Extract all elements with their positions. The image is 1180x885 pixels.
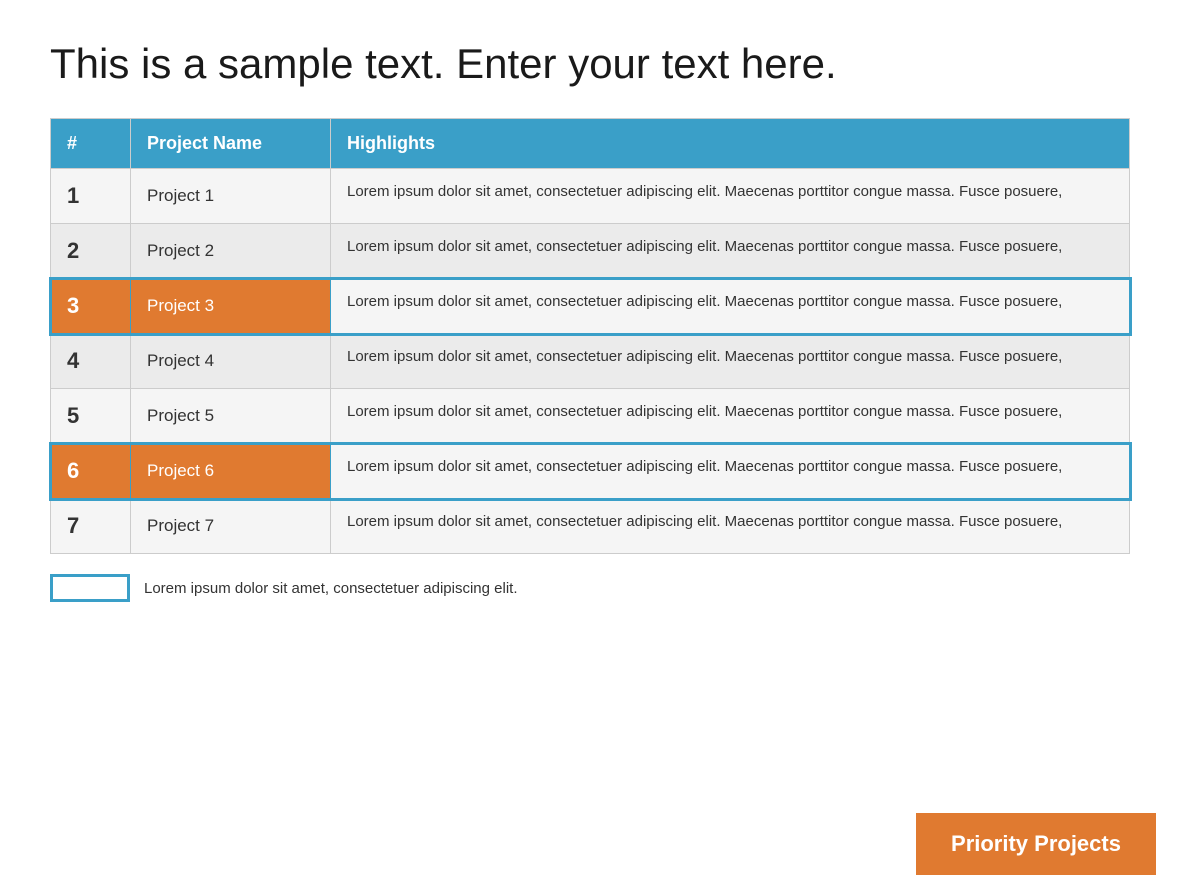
- cell-highlights: Lorem ipsum dolor sit amet, consectetuer…: [331, 279, 1130, 334]
- legend-text: Lorem ipsum dolor sit amet, consectetuer…: [144, 580, 518, 597]
- col-header-name: Project Name: [131, 119, 331, 169]
- table-row: 4Project 4Lorem ipsum dolor sit amet, co…: [51, 334, 1130, 389]
- col-header-num: #: [51, 119, 131, 169]
- cell-project-name: Project 3: [131, 279, 331, 334]
- projects-table: # Project Name Highlights 1Project 1Lore…: [50, 118, 1130, 554]
- cell-highlights: Lorem ipsum dolor sit amet, consectetuer…: [331, 169, 1130, 224]
- cell-num: 2: [51, 224, 131, 279]
- table-row: 1Project 1Lorem ipsum dolor sit amet, co…: [51, 169, 1130, 224]
- table-row: 6Project 6Lorem ipsum dolor sit amet, co…: [51, 444, 1130, 499]
- table-row: 2Project 2Lorem ipsum dolor sit amet, co…: [51, 224, 1130, 279]
- cell-num: 1: [51, 169, 131, 224]
- cell-highlights: Lorem ipsum dolor sit amet, consectetuer…: [331, 444, 1130, 499]
- cell-highlights: Lorem ipsum dolor sit amet, consectetuer…: [331, 334, 1130, 389]
- cell-num: 7: [51, 499, 131, 554]
- cell-project-name: Project 1: [131, 169, 331, 224]
- cell-highlights: Lorem ipsum dolor sit amet, consectetuer…: [331, 224, 1130, 279]
- cell-highlights: Lorem ipsum dolor sit amet, consectetuer…: [331, 499, 1130, 554]
- table-row: 5Project 5Lorem ipsum dolor sit amet, co…: [51, 389, 1130, 444]
- table-row: 7Project 7Lorem ipsum dolor sit amet, co…: [51, 499, 1130, 554]
- cell-num: 5: [51, 389, 131, 444]
- cell-project-name: Project 6: [131, 444, 331, 499]
- table-header-row: # Project Name Highlights: [51, 119, 1130, 169]
- cell-project-name: Project 4: [131, 334, 331, 389]
- legend-area: Lorem ipsum dolor sit amet, consectetuer…: [50, 574, 1130, 602]
- cell-num: 4: [51, 334, 131, 389]
- cell-highlights: Lorem ipsum dolor sit amet, consectetuer…: [331, 389, 1130, 444]
- table-container: # Project Name Highlights 1Project 1Lore…: [50, 118, 1130, 554]
- priority-projects-button[interactable]: Priority Projects: [916, 813, 1156, 875]
- col-header-highlights: Highlights: [331, 119, 1130, 169]
- legend-box: [50, 574, 130, 602]
- cell-num: 3: [51, 279, 131, 334]
- page-title: This is a sample text. Enter your text h…: [0, 0, 1180, 118]
- cell-project-name: Project 2: [131, 224, 331, 279]
- cell-project-name: Project 5: [131, 389, 331, 444]
- cell-project-name: Project 7: [131, 499, 331, 554]
- cell-num: 6: [51, 444, 131, 499]
- table-row: 3Project 3Lorem ipsum dolor sit amet, co…: [51, 279, 1130, 334]
